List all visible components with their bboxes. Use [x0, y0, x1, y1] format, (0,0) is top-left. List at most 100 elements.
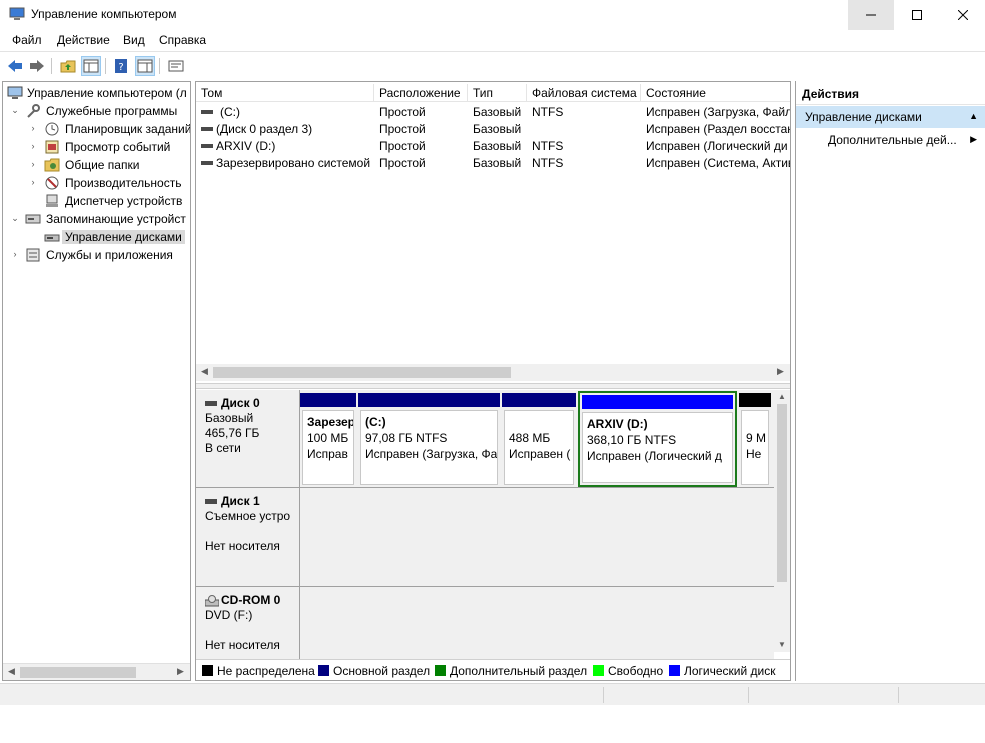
legend-logical: Логический диск — [669, 664, 776, 678]
cdrom-0-info[interactable]: CD-ROM 0 DVD (F:) Нет носителя — [196, 587, 300, 659]
cdrom-0-status: Нет носителя — [205, 638, 280, 652]
disk-1-title: Диск 1 — [205, 494, 299, 509]
volume-row[interactable]: Зарезервировано системой Простой Базовый… — [196, 154, 790, 171]
window-title: Управление компьютером — [31, 7, 177, 21]
column-header-layout[interactable]: Расположение — [374, 84, 468, 102]
disk-0-info[interactable]: Диск 0 Базовый 465,76 ГБ В сети — [196, 390, 300, 488]
partition-recovery[interactable]: 488 МБ Исправен ( — [502, 393, 576, 487]
more-actions-item[interactable]: Дополнительные дей... ▶ — [796, 130, 985, 150]
tree-item-device-manager[interactable]: Диспетчер устройств — [3, 192, 190, 210]
toolbar-separator — [159, 58, 160, 74]
tree-item-storage[interactable]: ⌄ Запоминающие устройст — [3, 210, 190, 228]
cdrom-0-empty-area — [300, 587, 774, 659]
disk-management-pane: Том Расположение Тип Файловая система Со… — [195, 81, 791, 681]
toolbar-separator — [105, 58, 106, 74]
partition-bar — [582, 395, 733, 409]
disk-0-type: Базовый — [205, 411, 254, 425]
tree-item-shared-folders[interactable]: › Общие папки — [3, 156, 190, 174]
properties-icon — [168, 60, 184, 72]
console-tree-icon — [83, 59, 99, 73]
scroll-thumb[interactable] — [777, 404, 787, 582]
toolbar: ? — [0, 51, 985, 79]
pane-splitter[interactable] — [196, 383, 790, 389]
volume-row[interactable]: (C:) Простой Базовый NTFS Исправен (Загр… — [196, 103, 790, 120]
computer-management-icon — [7, 86, 23, 99]
scroll-thumb[interactable] — [20, 667, 136, 678]
computer-management-icon — [9, 7, 25, 20]
tools-icon — [27, 104, 40, 118]
menu-help[interactable]: Справка — [159, 33, 206, 47]
volume-row[interactable]: (Диск 0 раздел 3) Простой Базовый Исправ… — [196, 120, 790, 137]
volume-list-header: Том Расположение Тип Файловая система Со… — [196, 84, 790, 102]
disk-management-icon — [44, 234, 60, 242]
chevron-right-icon[interactable]: › — [27, 122, 39, 134]
tree-item-system-tools[interactable]: ⌄ Служебные программы — [3, 102, 190, 120]
volume-list-horizontal-scrollbar[interactable]: ◀ ▶ — [196, 364, 790, 381]
chevron-down-icon[interactable]: ⌄ — [9, 104, 21, 116]
disk-0-title: Диск 0 — [205, 396, 299, 411]
status-bar — [0, 683, 985, 705]
properties-button[interactable] — [166, 56, 186, 76]
column-header-volume[interactable]: Том — [196, 84, 374, 102]
folder-up-icon — [60, 60, 76, 73]
column-header-status[interactable]: Состояние — [641, 84, 790, 102]
tree-item-task-scheduler[interactable]: › Планировщик заданий — [3, 120, 191, 138]
partition-arxiv-d[interactable]: ARXIV (D:) 368,10 ГБ NTFS Исправен (Логи… — [578, 391, 737, 487]
legend-extended: Дополнительный раздел — [435, 664, 587, 678]
tree-horizontal-scrollbar[interactable]: ◀ ▶ — [3, 663, 190, 680]
column-header-filesystem[interactable]: Файловая система — [527, 84, 641, 102]
forward-button[interactable] — [27, 56, 47, 76]
title-bar: Управление компьютером — [0, 0, 985, 30]
disk-1-info[interactable]: Диск 1 Съемное устро Нет носителя — [196, 488, 300, 587]
show-hide-tree-button[interactable] — [81, 56, 101, 76]
disk-icon — [205, 499, 217, 505]
up-folder-button[interactable] — [58, 56, 78, 76]
chevron-right-icon[interactable]: › — [27, 158, 39, 170]
volume-icon — [201, 144, 213, 148]
partition-c[interactable]: (C:) 97,08 ГБ NTFS Исправен (Загрузка, Ф… — [358, 393, 500, 487]
minimize-icon — [866, 14, 876, 16]
tree-item-disk-management[interactable]: Управление дисками — [3, 228, 190, 246]
partition-reserved[interactable]: Зарезерв 100 МБ Исправ — [300, 393, 356, 487]
disk-map: Диск 0 Базовый 465,76 ГБ В сети Зарезерв… — [196, 390, 790, 660]
collapse-up-icon[interactable]: ▲ — [969, 111, 978, 121]
partition-bar — [358, 393, 500, 407]
chevron-right-icon[interactable]: › — [27, 140, 39, 152]
minimize-button[interactable] — [848, 0, 894, 30]
scroll-right-icon[interactable]: ▶ — [777, 366, 784, 377]
tree-item-event-viewer[interactable]: › Просмотр событий — [3, 138, 190, 156]
tree-item-computer-management[interactable]: Управление компьютером (л — [3, 84, 190, 102]
scroll-up-icon[interactable]: ▲ — [778, 392, 786, 401]
forward-arrow-icon — [30, 60, 44, 72]
partition-unallocated[interactable]: 9 М Не — [739, 393, 771, 487]
close-button[interactable] — [940, 0, 985, 30]
scroll-thumb[interactable] — [213, 367, 511, 378]
disk-0-status: В сети — [205, 441, 241, 455]
scroll-left-icon[interactable]: ◀ — [8, 666, 15, 677]
column-header-type[interactable]: Тип — [468, 84, 527, 102]
tree-item-performance[interactable]: › Производительность — [3, 174, 190, 192]
help-button[interactable]: ? — [111, 56, 131, 76]
tree-item-services-apps[interactable]: › Службы и приложения — [3, 246, 190, 264]
volume-row[interactable]: ARXIV (D:) Простой Базовый NTFS Исправен… — [196, 137, 790, 154]
menu-file[interactable]: Файл — [12, 33, 42, 47]
chevron-down-icon[interactable]: ⌄ — [9, 212, 21, 224]
scroll-down-icon[interactable]: ▼ — [778, 640, 786, 649]
menu-action[interactable]: Действие — [57, 33, 110, 47]
performance-icon — [45, 176, 59, 190]
maximize-button[interactable] — [894, 0, 940, 30]
disk-0-size: 465,76 ГБ — [205, 426, 260, 440]
show-action-pane-button[interactable] — [135, 56, 155, 76]
chevron-right-icon[interactable]: › — [9, 248, 21, 260]
scroll-right-icon[interactable]: ▶ — [177, 666, 184, 677]
menu-view[interactable]: Вид — [123, 33, 145, 47]
back-button[interactable] — [5, 56, 25, 76]
disk-map-vertical-scrollbar[interactable]: ▲ ▼ — [774, 390, 790, 652]
scroll-left-icon[interactable]: ◀ — [201, 366, 208, 377]
volume-icon — [201, 127, 213, 131]
volume-icon — [201, 161, 213, 165]
chevron-right-icon[interactable]: › — [27, 176, 39, 188]
partition-bar — [300, 393, 356, 407]
actions-section-disk-management[interactable]: Управление дисками ▲ — [796, 106, 985, 128]
back-arrow-icon — [8, 60, 22, 72]
